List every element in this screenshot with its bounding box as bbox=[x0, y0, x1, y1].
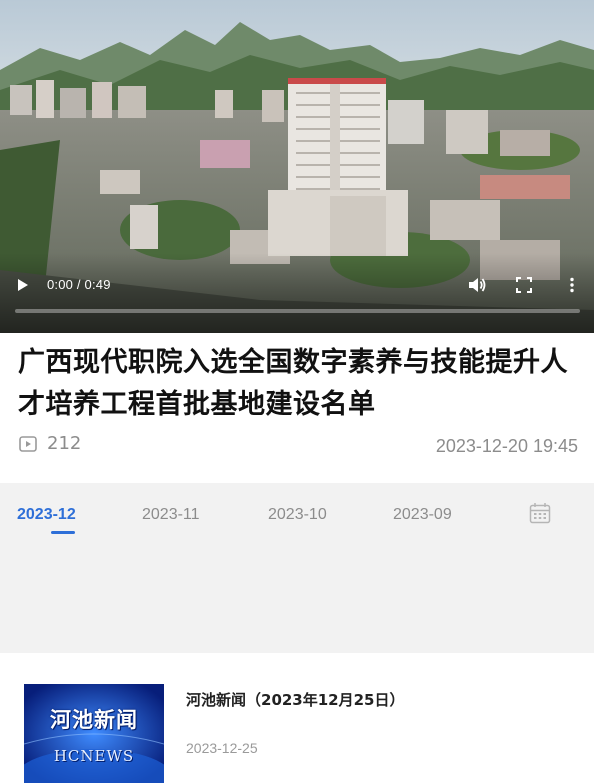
play-button[interactable] bbox=[10, 274, 34, 296]
fullscreen-icon bbox=[516, 277, 532, 293]
article-title: 广西现代职院入选全国数字素养与技能提升人才培养工程首批基地建设名单 bbox=[18, 347, 568, 420]
tab-month-2023-10[interactable]: 2023-10 bbox=[268, 506, 327, 524]
video-progress-bar[interactable] bbox=[15, 309, 580, 313]
article-meta: 212 2023-12-20 19:45 bbox=[18, 433, 578, 461]
tab-month-2023-11[interactable]: 2023-11 bbox=[142, 506, 200, 524]
more-options-button[interactable] bbox=[561, 274, 583, 296]
active-tab-indicator bbox=[51, 531, 75, 534]
list-item[interactable]: 河池新闻 HCNEWS 河池新闻（2023年12月25日） 2023-12-25 bbox=[0, 665, 594, 783]
month-tabs-panel: 2023-12 2023-11 2023-10 2023-09 bbox=[0, 483, 594, 653]
fullscreen-button[interactable] bbox=[512, 274, 536, 296]
tab-month-2023-09[interactable]: 2023-09 bbox=[393, 506, 452, 524]
video-views-icon bbox=[18, 434, 38, 454]
news-thumbnail: 河池新闻 HCNEWS bbox=[24, 684, 164, 783]
view-count: 212 bbox=[18, 433, 81, 454]
more-vertical-icon bbox=[570, 277, 574, 293]
volume-icon bbox=[469, 278, 486, 292]
thumbnail-subtitle: HCNEWS bbox=[53, 747, 135, 765]
video-player[interactable]: 0:00 / 0:49 bbox=[0, 0, 594, 333]
thumbnail-title: 河池新闻 bbox=[50, 707, 138, 732]
view-count-value: 212 bbox=[47, 433, 82, 454]
time-display: 0:00 / 0:49 bbox=[47, 277, 111, 292]
calendar-icon bbox=[529, 503, 551, 524]
calendar-button[interactable] bbox=[529, 502, 551, 524]
news-item-title[interactable]: 河池新闻（2023年12月25日） bbox=[186, 689, 405, 710]
tab-month-2023-12[interactable]: 2023-12 bbox=[17, 506, 76, 524]
play-icon bbox=[18, 279, 28, 291]
controls-overlay bbox=[0, 253, 594, 333]
news-item-date: 2023-12-25 bbox=[186, 740, 258, 756]
publish-date: 2023-12-20 19:45 bbox=[435, 436, 578, 456]
volume-button[interactable] bbox=[465, 274, 489, 296]
